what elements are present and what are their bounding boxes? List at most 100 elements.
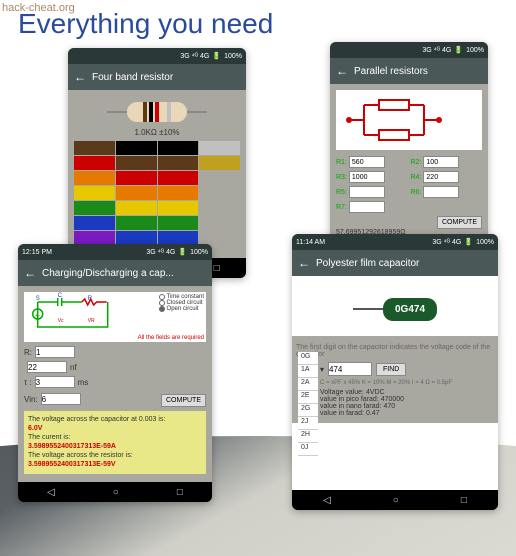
back-icon[interactable]: ←: [74, 70, 86, 84]
lead-icon: [353, 308, 383, 310]
resistor-inputs: R1: R2: R3: R4: R5: R6: R7:: [336, 156, 482, 213]
tolerance-item[interactable]: 2E: [298, 391, 318, 404]
compute-button[interactable]: COMPUTE: [161, 394, 206, 407]
r6-input[interactable]: [423, 186, 459, 198]
tolerance-item[interactable]: 2H: [298, 430, 318, 443]
nav-home-icon[interactable]: ○: [393, 495, 399, 506]
tolerance-item[interactable]: 0J: [298, 443, 318, 456]
color-swatch[interactable]: [158, 216, 199, 230]
r7-input[interactable]: [349, 201, 385, 213]
r-input[interactable]: [35, 346, 75, 358]
color-swatch[interactable]: [158, 186, 199, 200]
color-swatch[interactable]: [74, 231, 115, 245]
nav-recent-icon[interactable]: □: [461, 495, 467, 506]
capacitor-graphic: 0G474: [298, 282, 492, 336]
color-swatch[interactable]: [199, 156, 240, 170]
color-swatch[interactable]: [158, 171, 199, 185]
watermark: hack-cheat.org: [2, 2, 75, 14]
back-icon[interactable]: ←: [336, 64, 348, 78]
color-swatch[interactable]: [116, 171, 157, 185]
color-swatch[interactable]: [74, 186, 115, 200]
nav-back-icon[interactable]: ◁: [47, 487, 55, 498]
tolerance-item[interactable]: 2G: [298, 404, 318, 417]
back-icon[interactable]: ←: [24, 266, 36, 280]
color-swatch[interactable]: [116, 201, 157, 215]
code-input[interactable]: [328, 362, 372, 376]
appbar-title: Polyester film capacitor: [316, 258, 419, 269]
nav-recent-icon[interactable]: □: [177, 487, 183, 498]
vin-input[interactable]: [41, 393, 81, 405]
status-bar: 3G ⁴ᴳ 4G🔋100%: [68, 48, 246, 64]
find-row: ▾ FIND: [320, 362, 494, 376]
band-1: [143, 102, 147, 122]
r4-input[interactable]: [423, 171, 459, 183]
color-swatch[interactable]: [199, 171, 240, 185]
status-right: 3G ⁴ᴳ 4G🔋100%: [180, 52, 242, 60]
tolerance-item[interactable]: 2A: [298, 378, 318, 391]
content: 1.0KΩ ±10%: [68, 90, 246, 258]
color-swatch[interactable]: [158, 231, 199, 245]
back-icon[interactable]: ←: [298, 256, 310, 270]
band-4: [167, 102, 171, 122]
color-swatch[interactable]: [158, 201, 199, 215]
content: SCR+−VcVR Time constant Closed circuit O…: [18, 286, 212, 482]
svg-text:S: S: [36, 296, 40, 302]
compute-button[interactable]: COMPUTE: [437, 216, 482, 229]
color-swatch[interactable]: [116, 156, 157, 170]
tolerance-item[interactable]: 0G: [298, 352, 318, 365]
color-swatch[interactable]: [116, 231, 157, 245]
android-navbar[interactable]: ◁ ○ □: [18, 482, 212, 502]
nav-recent-icon[interactable]: □: [214, 263, 220, 274]
t-input[interactable]: [35, 376, 75, 388]
r1-label: R1:: [336, 156, 408, 168]
circuit-diagram: [336, 90, 482, 150]
input-form: R: nf τ :ms Vin:COMPUTE: [24, 346, 206, 407]
color-swatch[interactable]: [74, 141, 115, 155]
r2-label: R2:: [411, 156, 483, 168]
color-swatch[interactable]: [158, 156, 199, 170]
status-time: 11:14 AM: [296, 239, 325, 246]
r5-input[interactable]: [349, 186, 385, 198]
r3-input[interactable]: [349, 171, 385, 183]
color-swatch[interactable]: [116, 186, 157, 200]
svg-text:C: C: [58, 293, 63, 299]
appbar: ← Charging/Discharging a cap...: [18, 260, 212, 286]
color-swatch[interactable]: [158, 141, 199, 155]
capacitor-code: 0G474: [383, 298, 437, 321]
color-swatch[interactable]: [199, 201, 240, 215]
color-swatch[interactable]: [116, 216, 157, 230]
color-swatch[interactable]: [74, 156, 115, 170]
band-3: [155, 102, 159, 122]
color-swatch[interactable]: [199, 186, 240, 200]
find-button[interactable]: FIND: [376, 363, 406, 376]
radio-icon[interactable]: [159, 306, 165, 312]
status-time: 12:15 PM: [22, 249, 52, 256]
svg-text:+−: +−: [35, 313, 41, 319]
color-swatch[interactable]: [116, 141, 157, 155]
resistor-value: 1.0KΩ ±10%: [74, 128, 240, 137]
r1-input[interactable]: [349, 156, 385, 168]
c-input[interactable]: [27, 361, 67, 373]
r2-input[interactable]: [423, 156, 459, 168]
color-picker-grid[interactable]: [74, 141, 240, 258]
color-swatch[interactable]: [199, 141, 240, 155]
appbar: ← Parallel resistors: [330, 58, 488, 84]
color-swatch[interactable]: [74, 216, 115, 230]
color-swatch[interactable]: [74, 171, 115, 185]
r7-label: R7:: [336, 201, 408, 213]
nav-back-icon[interactable]: ◁: [323, 495, 331, 506]
color-swatch[interactable]: [199, 216, 240, 230]
circuit-options[interactable]: Time constant Closed circuit Open circui…: [159, 294, 204, 312]
color-swatch[interactable]: [199, 231, 240, 245]
appbar-title: Parallel resistors: [354, 66, 428, 77]
tolerance-item[interactable]: 2J: [298, 417, 318, 430]
color-swatch[interactable]: [74, 201, 115, 215]
android-navbar[interactable]: ◁ ○ □: [292, 490, 498, 510]
tolerance-column[interactable]: 0G1A2A2E2G2J2H0J: [298, 352, 318, 456]
appbar: ← Four band resistor: [68, 64, 246, 90]
tolerance-item[interactable]: 1A: [298, 365, 318, 378]
appbar: ← Polyester film capacitor: [292, 250, 498, 276]
content: R1: R2: R3: R4: R5: R6: R7: COMPUTE 57.6…: [330, 84, 488, 254]
nav-home-icon[interactable]: ○: [113, 487, 119, 498]
status-bar: 11:14 AM 3G ⁴ᴳ 4G🔋100%: [292, 234, 498, 250]
